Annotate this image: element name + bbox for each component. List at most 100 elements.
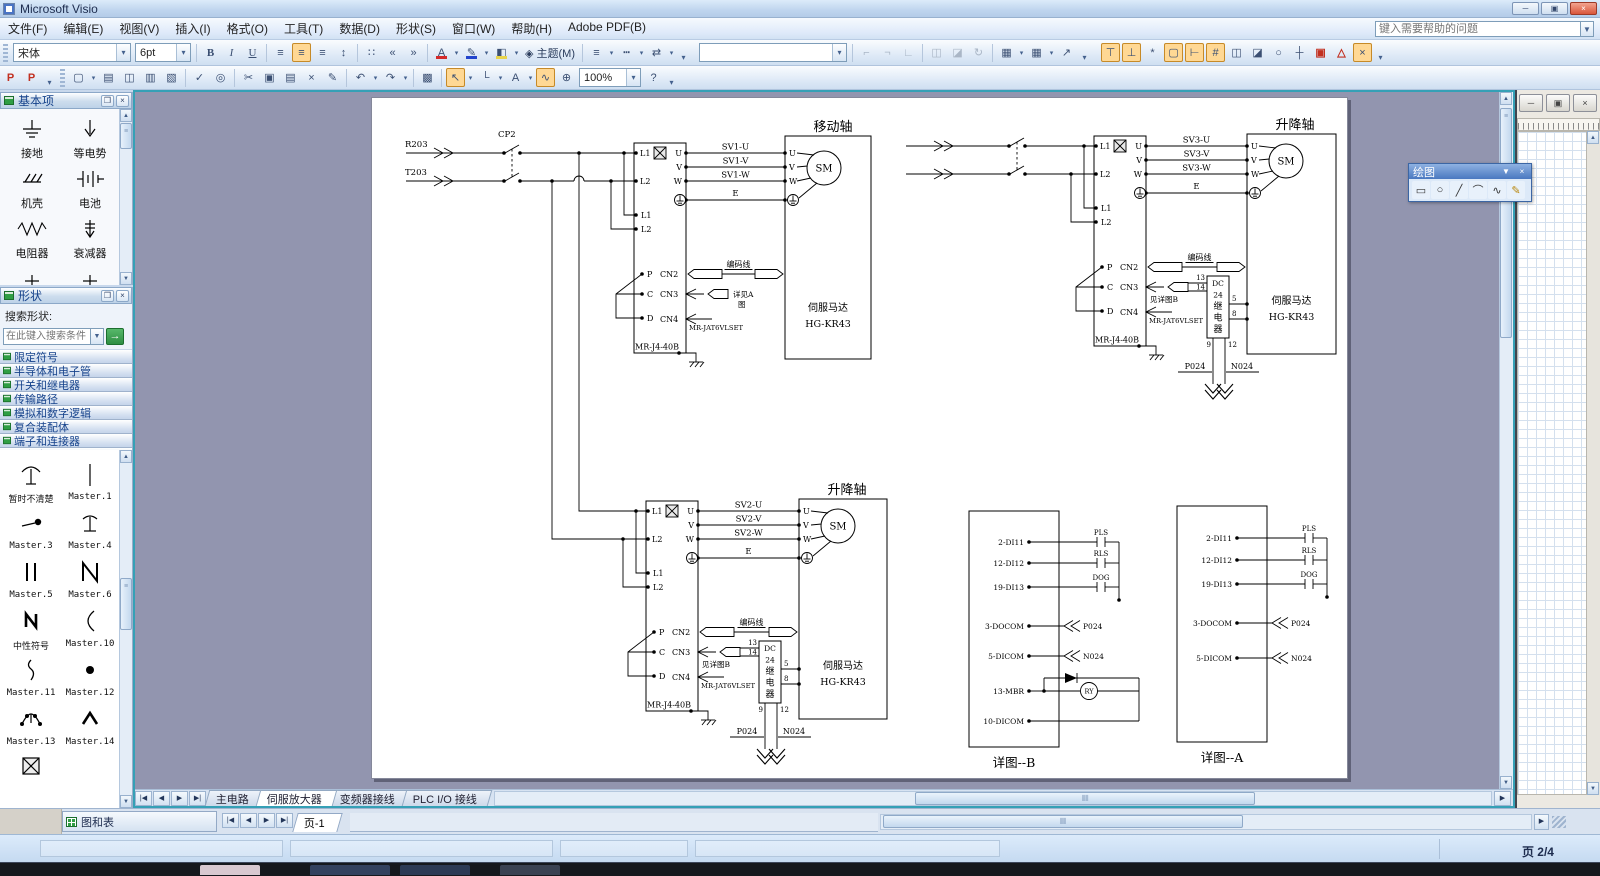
menu-9[interactable]: 窗口(W) xyxy=(444,17,503,40)
drawing-canvas[interactable]: 移动轴SV1-UUUSV1-VVVSV1-WWWESM伺服马达HG-KR43L1… xyxy=(135,92,1499,789)
zoom-combo[interactable]: 100%▾ xyxy=(579,68,641,87)
menu-7[interactable]: 数据(D) xyxy=(331,17,388,40)
scrollbar-thumb[interactable] xyxy=(915,792,1255,805)
help-dropdown-icon[interactable]: ▼ xyxy=(1581,21,1594,37)
delete-selection-button[interactable]: × xyxy=(302,68,321,87)
master-item[interactable]: Master.1 xyxy=(61,460,119,502)
panel-close-button[interactable]: × xyxy=(116,290,129,302)
scrollbar-thumb[interactable] xyxy=(883,815,1243,828)
shape-item-ground[interactable]: 接地 xyxy=(4,117,60,161)
glue-button[interactable]: ⊥ xyxy=(1122,43,1141,62)
insert-picture-dropdown-icon[interactable]: ▾ xyxy=(1017,43,1026,62)
scroll-up-icon[interactable]: ▲ xyxy=(1500,92,1512,105)
restore-button[interactable]: ▣ xyxy=(1541,2,1568,15)
panel-float-button[interactable]: ❒ xyxy=(101,95,114,107)
decrease-indent-button[interactable]: « xyxy=(383,43,402,62)
menu-2[interactable]: 编辑(E) xyxy=(55,17,111,40)
report-button[interactable]: ▦ xyxy=(1027,43,1046,62)
shape-item-battery[interactable]: 电池 xyxy=(62,167,118,211)
toolbar-overflow-icon[interactable]: ▾ xyxy=(1375,43,1386,62)
freeform-tool-button[interactable]: ∿ xyxy=(536,68,555,87)
menu-4[interactable]: 插入(I) xyxy=(167,17,218,40)
underline-button[interactable]: U xyxy=(243,43,262,62)
theme-button[interactable]: ◈ 主题(M) xyxy=(521,43,579,62)
master-item[interactable]: Master.11 xyxy=(2,656,60,698)
right-angle-connector-button[interactable]: ∟ xyxy=(899,43,918,62)
master-item[interactable]: Master.5 xyxy=(2,558,60,600)
italic-button[interactable]: I xyxy=(222,43,241,62)
shape-item-attenuator[interactable]: 衰减器 xyxy=(62,217,118,261)
master-item[interactable]: Master.3 xyxy=(2,509,60,551)
search-dropdown-icon[interactable]: ▼ xyxy=(91,328,104,345)
master-item[interactable]: Master.13 xyxy=(2,705,60,747)
nav-next-icon[interactable]: ▶ xyxy=(258,813,275,828)
shape-search-input[interactable] xyxy=(3,328,91,345)
undo-dropdown-icon[interactable]: ▾ xyxy=(371,68,380,87)
font-color-button[interactable]: A xyxy=(432,43,451,62)
open-file-button[interactable]: ▤ xyxy=(99,68,118,87)
charts-horizontal-scrollbar[interactable] xyxy=(880,814,1532,830)
minimize-button[interactable]: ─ xyxy=(1519,94,1543,112)
shape-name-combo[interactable]: ▾ xyxy=(699,43,847,62)
line-pattern-dropdown-icon[interactable]: ▾ xyxy=(637,43,646,62)
line-weight-button[interactable]: ≡ xyxy=(587,43,606,62)
rectangle-tool[interactable]: ▭ xyxy=(1412,181,1430,199)
master-item[interactable]: 暂时不清楚 xyxy=(2,460,60,505)
pointer-tool-button[interactable]: ↖ xyxy=(446,68,465,87)
toolbar-grip[interactable] xyxy=(60,69,65,87)
master-item[interactable]: Master.4 xyxy=(61,509,119,551)
shape-connect-2-button[interactable]: ¬ xyxy=(878,43,897,62)
ellipse-tool[interactable]: ○ xyxy=(1431,181,1449,199)
restore-button[interactable]: ▣ xyxy=(1546,94,1570,112)
shape-item-partial[interactable] xyxy=(62,267,118,285)
page-tab-2[interactable]: 伺服放大器 xyxy=(256,790,338,806)
redo-dropdown-icon[interactable]: ▾ xyxy=(401,68,410,87)
format-painter-button[interactable]: ✎ xyxy=(323,68,342,87)
close-button[interactable]: × xyxy=(1570,2,1597,15)
insert-image-button[interactable]: ▩ xyxy=(418,68,437,87)
charts-window-titlebar[interactable]: 图和表 xyxy=(62,811,217,832)
shape-item-chassis[interactable]: 机壳 xyxy=(4,167,60,211)
nav-prev-icon[interactable]: ◀ xyxy=(153,791,170,806)
undo-button[interactable]: ↶ xyxy=(351,68,370,87)
help-button[interactable]: ? xyxy=(644,68,663,87)
tab-page-1[interactable]: 页-1 xyxy=(292,813,342,832)
panel-float-button[interactable]: ❒ xyxy=(101,290,114,302)
scroll-down-icon[interactable]: ▼ xyxy=(120,272,132,285)
align-left-button[interactable]: ≡ xyxy=(271,43,290,62)
dynamic-grid-button[interactable]: ▢ xyxy=(1164,43,1183,62)
menu-10[interactable]: 帮助(H) xyxy=(503,17,560,40)
snap-to-ruler-button[interactable]: ⊢ xyxy=(1185,43,1204,62)
drawing-page[interactable]: 移动轴SV1-UUUSV1-VVVSV1-WWWESM伺服马达HG-KR43L1… xyxy=(371,97,1348,779)
text-tool-dropdown-icon[interactable]: ▾ xyxy=(526,68,535,87)
font-family-combo[interactable]: 宋体▾ xyxy=(13,43,131,62)
paste-button[interactable]: ▤ xyxy=(281,68,300,87)
size-handles-button[interactable]: △ xyxy=(1332,43,1351,62)
masters-scrollbar[interactable]: ▲ ▼ xyxy=(119,450,132,808)
scrollbar-thumb[interactable] xyxy=(120,123,132,149)
find-button[interactable]: ◎ xyxy=(211,68,230,87)
toolbar-close-icon[interactable]: × xyxy=(1515,166,1529,178)
shape-item-partial[interactable] xyxy=(4,267,60,285)
scroll-right-icon[interactable]: ▶ xyxy=(1494,791,1511,806)
search-go-button[interactable]: → xyxy=(106,328,124,345)
union-shapes-button[interactable]: ◫ xyxy=(927,43,946,62)
shape-item-resistor[interactable]: 电阻器 xyxy=(4,217,60,261)
menu-3[interactable]: 视图(V) xyxy=(111,17,167,40)
connector-tool-dropdown-icon[interactable]: ▾ xyxy=(496,68,505,87)
toolbar-overflow-icon[interactable]: ▾ xyxy=(666,68,677,87)
master-item[interactable]: Master.12 xyxy=(61,656,119,698)
nav-last-icon[interactable]: ▶| xyxy=(189,791,206,806)
redo-button[interactable]: ↷ xyxy=(381,68,400,87)
menu-8[interactable]: 形状(S) xyxy=(388,17,444,40)
connector-tool-button[interactable]: └ xyxy=(476,68,495,87)
new-document-button[interactable]: ▢ xyxy=(69,68,88,87)
scroll-right-icon[interactable]: ▶ xyxy=(1534,814,1549,830)
scroll-up-icon[interactable]: ▲ xyxy=(120,450,132,463)
nav-first-icon[interactable]: |◀ xyxy=(135,791,152,806)
nav-last-icon[interactable]: ▶| xyxy=(276,813,293,828)
help-search-input[interactable] xyxy=(1375,21,1581,37)
selection-box-button[interactable]: ▣ xyxy=(1311,43,1330,62)
pointer-tool-dropdown-icon[interactable]: ▾ xyxy=(466,68,475,87)
menu-6[interactable]: 工具(T) xyxy=(276,17,331,40)
